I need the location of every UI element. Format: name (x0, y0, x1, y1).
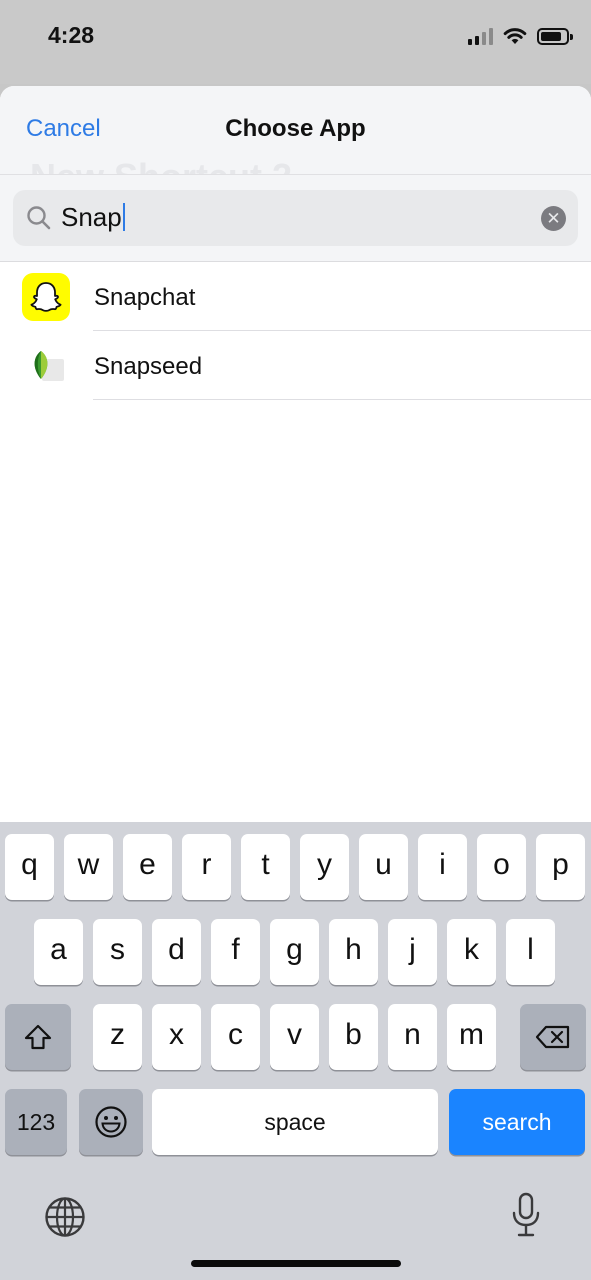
key-g[interactable]: g (270, 919, 319, 985)
key-n[interactable]: n (388, 1004, 437, 1070)
key-p[interactable]: p (536, 834, 585, 900)
sheet-title: Choose App (225, 115, 366, 142)
key-a[interactable]: a (34, 919, 83, 985)
home-indicator[interactable] (191, 1260, 401, 1267)
key-h[interactable]: h (329, 919, 378, 985)
cellular-signal-icon (468, 27, 493, 45)
key-o[interactable]: o (477, 834, 526, 900)
emoji-icon (95, 1106, 127, 1138)
app-results-list: Snapchat Snapseed (0, 262, 591, 400)
key-x[interactable]: x (152, 1004, 201, 1070)
key-q[interactable]: q (5, 834, 54, 900)
delete-key[interactable] (520, 1004, 586, 1070)
keyboard: q w e r t y u i o p a s d f g h j k l z … (0, 822, 591, 1280)
key-j[interactable]: j (388, 919, 437, 985)
search-key[interactable]: search (449, 1089, 585, 1155)
key-l[interactable]: l (506, 919, 555, 985)
row-divider (93, 399, 591, 400)
snapchat-icon (22, 273, 70, 321)
key-r[interactable]: r (182, 834, 231, 900)
microphone-icon[interactable] (510, 1192, 542, 1238)
search-bar: Snap ✕ (0, 174, 591, 262)
key-t[interactable]: t (241, 834, 290, 900)
key-f[interactable]: f (211, 919, 260, 985)
battery-icon (537, 27, 573, 45)
text-cursor (122, 203, 125, 231)
key-k[interactable]: k (447, 919, 496, 985)
status-icons (468, 24, 573, 48)
clear-search-icon[interactable]: ✕ (541, 206, 566, 231)
list-item-snapchat[interactable]: Snapchat (0, 262, 591, 331)
search-icon (27, 206, 51, 230)
key-i[interactable]: i (418, 834, 467, 900)
search-input-value: Snap (61, 202, 125, 233)
sheet-header: New Shortcut 2 Cancel Choose App (0, 86, 591, 197)
list-item-snapseed[interactable]: Snapseed (0, 331, 591, 400)
shift-key[interactable] (5, 1004, 71, 1070)
backspace-icon (535, 1025, 570, 1049)
key-b[interactable]: b (329, 1004, 378, 1070)
key-m[interactable]: m (447, 1004, 496, 1070)
space-key[interactable]: space (152, 1089, 438, 1155)
key-u[interactable]: u (359, 834, 408, 900)
snapseed-icon (22, 342, 70, 390)
emoji-key[interactable] (79, 1089, 143, 1155)
choose-app-sheet: New Shortcut 2 Cancel Choose App Snap ✕ … (0, 86, 591, 822)
key-e[interactable]: e (123, 834, 172, 900)
wifi-icon (503, 28, 527, 44)
app-name: Snapchat (94, 284, 196, 311)
globe-icon[interactable] (44, 1196, 86, 1238)
key-v[interactable]: v (270, 1004, 319, 1070)
key-s[interactable]: s (93, 919, 142, 985)
shift-icon (24, 1024, 52, 1050)
key-w[interactable]: w (64, 834, 113, 900)
key-y[interactable]: y (300, 834, 349, 900)
key-c[interactable]: c (211, 1004, 260, 1070)
app-name: Snapseed (94, 353, 203, 380)
status-bar: 4:28 (0, 0, 591, 84)
key-z[interactable]: z (93, 1004, 142, 1070)
numbers-key[interactable]: 123 (5, 1089, 67, 1155)
key-d[interactable]: d (152, 919, 201, 985)
status-time: 4:28 (48, 22, 95, 48)
search-input[interactable]: Snap ✕ (13, 190, 578, 246)
